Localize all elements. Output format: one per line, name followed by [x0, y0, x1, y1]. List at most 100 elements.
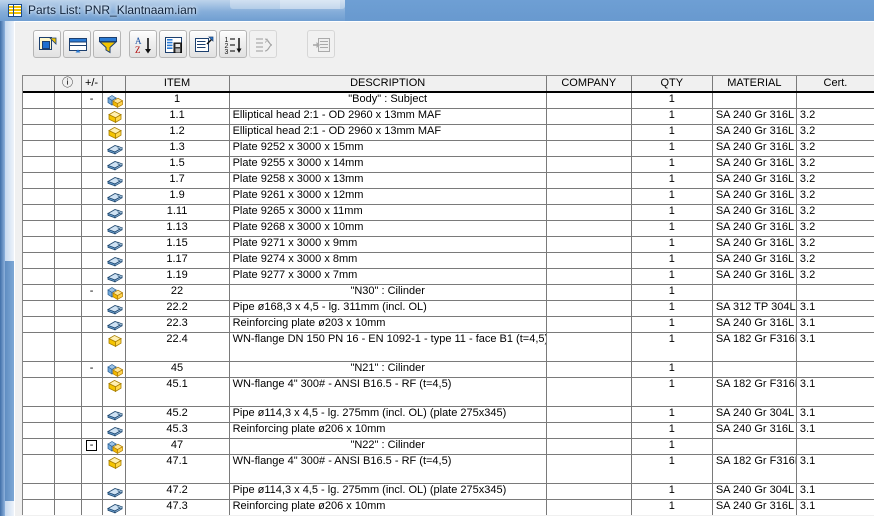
table-layout-button[interactable]: [189, 30, 217, 58]
collapse-minus-icon[interactable]: -: [86, 440, 98, 451]
description-cell[interactable]: "N30" : Cilinder: [229, 284, 547, 301]
row-selector-cell[interactable]: [23, 188, 55, 205]
row-info-cell[interactable]: [54, 140, 82, 157]
table-row[interactable]: 47.1 WN-flange 4" 300# - ANSI B16.5 - RF …: [23, 454, 874, 484]
table-row[interactable]: 1.5 Plate 9255 x 3000 x 14mm 1 SA 240 Gr 31…: [23, 156, 874, 173]
table-row[interactable]: 1.3 Plate 9252 x 3000 x 15mm 1 SA 240 Gr 31…: [23, 140, 874, 157]
item-number-cell[interactable]: 1.13: [125, 220, 230, 237]
description-cell[interactable]: Reinforcing plate ø206 x 10mm: [229, 422, 547, 439]
col-header-material[interactable]: MATERIAL: [712, 76, 797, 93]
description-cell[interactable]: Plate 9277 x 3000 x 7mm: [229, 268, 547, 285]
company-cell[interactable]: [546, 140, 632, 157]
material-cell[interactable]: SA 240 Gr 316L: [712, 316, 797, 333]
item-number-cell[interactable]: 47.3: [125, 499, 230, 515]
material-cell[interactable]: SA 240 Gr 316L: [712, 124, 797, 141]
qty-cell[interactable]: 1: [631, 483, 713, 500]
table-row[interactable]: - 45 "N21" : Cilinder 1: [23, 361, 874, 378]
collapse-minus-icon[interactable]: -: [86, 363, 97, 375]
qty-cell[interactable]: 1: [631, 188, 713, 205]
row-info-cell[interactable]: [54, 172, 82, 189]
qty-cell[interactable]: 1: [631, 499, 713, 515]
row-selector-cell[interactable]: [23, 406, 55, 423]
company-cell[interactable]: [546, 172, 632, 189]
table-row[interactable]: 47.3 Reinforcing plate ø206 x 10mm 1 SA 240…: [23, 499, 874, 515]
description-cell[interactable]: WN-flange DN 150 PN 16 - EN 1092-1 - typ…: [229, 332, 547, 362]
row-selector-cell[interactable]: [23, 172, 55, 189]
material-cell[interactable]: SA 182 Gr F316L: [712, 377, 797, 407]
material-cell[interactable]: SA 240 Gr 316L: [712, 172, 797, 189]
item-number-cell[interactable]: 47: [125, 438, 230, 455]
table-row[interactable]: 45.1 WN-flange 4" 300# - ANSI B16.5 - RF …: [23, 377, 874, 407]
company-cell[interactable]: [546, 188, 632, 205]
table-row[interactable]: 1.1 Elliptical head 2:1 - OD 2960 x 13mm …: [23, 108, 874, 125]
material-cell[interactable]: [712, 284, 797, 301]
row-selector-cell[interactable]: [23, 156, 55, 173]
col-header-cert[interactable]: Cert.: [796, 76, 874, 93]
material-cell[interactable]: SA 240 Gr 316L: [712, 499, 797, 515]
cert-cell[interactable]: 3.2: [796, 156, 874, 173]
col-header-info-icon[interactable]: ⓘ: [54, 76, 82, 93]
qty-cell[interactable]: 1: [631, 252, 713, 269]
item-number-cell[interactable]: 45.2: [125, 406, 230, 423]
row-info-cell[interactable]: [54, 300, 82, 317]
description-cell[interactable]: Plate 9274 x 3000 x 8mm: [229, 252, 547, 269]
material-cell[interactable]: SA 312 TP 304L: [712, 300, 797, 317]
vertical-scrollbar-thumb[interactable]: [5, 261, 14, 501]
row-info-cell[interactable]: [54, 252, 82, 269]
window-titlebar[interactable]: Parts List: PNR_Klantnaam.iam: [0, 0, 874, 21]
cert-cell[interactable]: [796, 284, 874, 301]
item-number-cell[interactable]: 1: [125, 92, 230, 109]
row-selector-cell[interactable]: [23, 422, 55, 439]
table-row[interactable]: 45.3 Reinforcing plate ø206 x 10mm 1 SA 240…: [23, 422, 874, 439]
qty-cell[interactable]: 1: [631, 300, 713, 317]
col-header-icon[interactable]: [102, 76, 126, 93]
item-number-cell[interactable]: 1.9: [125, 188, 230, 205]
row-selector-cell[interactable]: [23, 108, 55, 125]
row-selector-cell[interactable]: [23, 284, 55, 301]
row-info-cell[interactable]: [54, 332, 82, 362]
description-cell[interactable]: "N21" : Cilinder: [229, 361, 547, 378]
export-button[interactable]: [159, 30, 187, 58]
material-cell[interactable]: SA 240 Gr 316L: [712, 236, 797, 253]
row-selector-cell[interactable]: [23, 454, 55, 484]
material-cell[interactable]: [712, 438, 797, 455]
qty-cell[interactable]: 1: [631, 124, 713, 141]
company-cell[interactable]: [546, 284, 632, 301]
qty-cell[interactable]: 1: [631, 108, 713, 125]
description-cell[interactable]: Plate 9261 x 3000 x 12mm: [229, 188, 547, 205]
table-row[interactable]: 1.13 Plate 9268 x 3000 x 10mm 1 SA 240 Gr 3…: [23, 220, 874, 237]
collapse-minus-icon[interactable]: -: [86, 286, 97, 298]
description-cell[interactable]: Reinforcing plate ø203 x 10mm: [229, 316, 547, 333]
company-cell[interactable]: [546, 422, 632, 439]
row-selector-cell[interactable]: [23, 204, 55, 221]
description-cell[interactable]: Pipe ø114,3 x 4,5 - lg. 275mm (incl. OL)…: [229, 406, 547, 423]
item-number-cell[interactable]: 1.1: [125, 108, 230, 125]
material-cell[interactable]: SA 240 Gr 304L: [712, 406, 797, 423]
col-header-expand[interactable]: +/-: [81, 76, 103, 93]
item-number-cell[interactable]: 1.17: [125, 252, 230, 269]
col-header-qty[interactable]: QTY: [631, 76, 713, 93]
qty-cell[interactable]: 1: [631, 268, 713, 285]
parts-list-grid[interactable]: ⓘ +/- ITEM DESCRIPTION COMPANY QTY MATER…: [22, 75, 874, 515]
row-selector-cell[interactable]: [23, 300, 55, 317]
cert-cell[interactable]: 3.1: [796, 454, 874, 484]
qty-cell[interactable]: 1: [631, 236, 713, 253]
material-cell[interactable]: SA 240 Gr 316L: [712, 268, 797, 285]
cert-cell[interactable]: 3.1: [796, 483, 874, 500]
qty-cell[interactable]: 1: [631, 92, 713, 109]
description-cell[interactable]: "Body" : Subject: [229, 92, 547, 109]
expand-collapse-toggle[interactable]: -: [81, 284, 103, 301]
row-info-cell[interactable]: [54, 377, 82, 407]
table-row[interactable]: 1.2 Elliptical head 2:1 - OD 2960 x 13mm …: [23, 124, 874, 141]
row-selector-cell[interactable]: [23, 124, 55, 141]
table-row[interactable]: 45.2 Pipe ø114,3 x 4,5 - lg. 275mm (incl.…: [23, 406, 874, 423]
cert-cell[interactable]: 3.2: [796, 188, 874, 205]
cert-cell[interactable]: 3.1: [796, 300, 874, 317]
company-cell[interactable]: [546, 406, 632, 423]
material-cell[interactable]: SA 240 Gr 316L: [712, 204, 797, 221]
company-cell[interactable]: [546, 454, 632, 484]
cert-cell[interactable]: 3.1: [796, 332, 874, 362]
description-cell[interactable]: Pipe ø114,3 x 4,5 - lg. 275mm (incl. OL)…: [229, 483, 547, 500]
row-selector-cell[interactable]: [23, 438, 55, 455]
qty-cell[interactable]: 1: [631, 377, 713, 407]
